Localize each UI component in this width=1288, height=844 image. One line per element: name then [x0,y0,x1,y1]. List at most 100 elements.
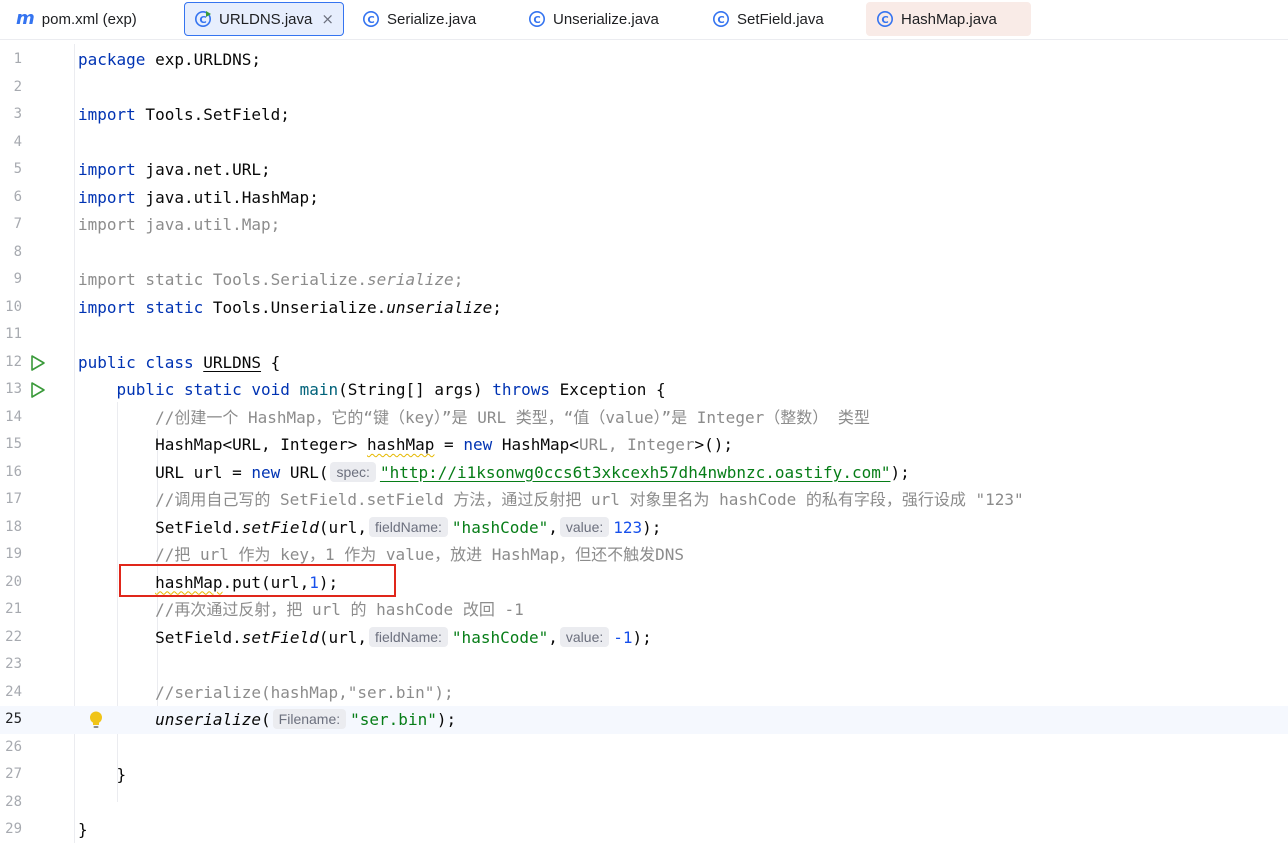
comment: //把 url 作为 key，1 作为 value，放进 HashMap，但还不… [155,545,685,564]
code-line[interactable]: 6 import java.util.HashMap; [0,184,1288,212]
tab-label: Serialize.java [387,10,477,28]
code-line[interactable]: 9 import static Tools.Serialize.serializ… [0,266,1288,294]
java-class-icon: C [528,10,546,28]
java-class-icon: C [876,10,894,28]
line-number: 24 [5,683,22,700]
comment: //再次通过反射，把 url 的 hashCode 改回 -1 [155,600,524,619]
code-line[interactable]: 15 HashMap<URL, Integer> hashMap = new H… [0,431,1288,459]
keyword: public static void [116,380,290,399]
code-line[interactable]: 1 package exp.URLDNS; [0,46,1288,74]
code-line[interactable]: 29 } [0,816,1288,844]
line-number: 14 [5,408,22,425]
variable-name: hashMap [366,435,435,454]
line-number: 5 [13,161,22,177]
parameter-hint: spec: [330,461,376,482]
string-literal[interactable]: "http://i1ksonwg0ccs6t3xkcexh57dh4nwbnzc… [380,463,891,482]
code-line[interactable]: 16 URL url = new URL(spec: "http://i1kson… [0,459,1288,487]
tab-serialize-java[interactable]: C Serialize.java [352,2,486,36]
tab-hashmap-java[interactable]: C HashMap.java [866,2,1031,36]
code-line[interactable]: 14 //创建一个 HashMap，它的“键（key）”是 URL 类型，“值（… [0,404,1288,432]
method-name: setField [241,517,319,537]
keyword: import [78,105,136,124]
unused-import: import static Tools.Serialize. [78,270,367,289]
code-line[interactable]: 18 SetField.setField(url, fieldName: "hash… [0,514,1288,542]
keyword: package [78,50,146,69]
method-name: unserialize [386,297,493,317]
code-line[interactable]: 7 import java.util.Map; [0,211,1288,239]
svg-text:C: C [881,15,888,26]
code-editor[interactable]: 1 package exp.URLDNS; 2 3 import Tools.S… [0,44,1288,843]
tab-label: URLDNS.java [219,10,313,28]
code-line[interactable]: 21 //再次通过反射，把 url 的 hashCode 改回 -1 [0,596,1288,624]
svg-text:C: C [199,15,206,26]
line-number: 3 [13,106,22,122]
code-line-current[interactable]: 25 unserialize(Filename: "ser.bin"); [0,706,1288,734]
code-text: HashMap<URL, Integer> [155,435,367,454]
unused-import: import java.util.Map; [78,215,281,234]
number-literal: -1 [613,627,633,647]
tab-pom-xml[interactable]: m pom.xml (exp) [6,2,147,36]
line-number: 17 [5,491,22,507]
code-text: java.util.HashMap; [135,187,319,207]
code-text: ); [436,710,457,729]
line-number: 19 [5,546,22,562]
tab-urldns-java[interactable]: C URLDNS.java × [184,2,344,36]
code-line[interactable]: 5 import java.net.URL; [0,156,1288,184]
code-line[interactable]: 17 //调用自己写的 SetField.setField 方法，通过反射把 u… [0,486,1288,514]
code-text: exp.URLDNS; [145,50,262,69]
line-number: 15 [5,436,22,452]
line-number: 13 [5,381,22,397]
run-icon[interactable] [30,354,46,372]
comment: //serialize(hashMap,"ser.bin"); [155,682,454,702]
tab-setfield-java[interactable]: C SetField.java [702,2,834,36]
code-text: { [261,352,281,372]
code-text: , [548,517,558,537]
line-number: 8 [13,243,22,260]
method-name: main [299,380,339,399]
code-line[interactable]: 8 [0,239,1288,267]
code-line[interactable]: 2 [0,74,1288,102]
code-text: HashMap< [492,435,579,454]
parameter-hint: value: [559,626,610,647]
svg-text:C: C [533,15,540,26]
line-number: 11 [5,326,22,342]
code-line[interactable]: 11 [0,321,1288,349]
method-name: unserialize [155,710,262,729]
line-number: 6 [13,188,22,205]
tab-unserialize-java[interactable]: C Unserialize.java [518,2,669,36]
keyword: import [78,187,136,207]
code-text: ; [492,297,502,317]
red-highlight-box [119,564,396,597]
code-line[interactable]: 4 [0,129,1288,157]
string-literal: "hashCode" [451,517,549,537]
code-line[interactable]: 27 } [0,761,1288,789]
closing-brace: } [78,820,88,839]
line-number: 18 [5,518,22,535]
code-text: ); [890,462,910,482]
code-line[interactable]: 23 [0,651,1288,679]
string-literal: "hashCode" [451,627,549,647]
code-text: ); [632,627,652,647]
code-line[interactable]: 13 public static void main(String[] args… [0,376,1288,404]
line-number: 12 [5,353,22,370]
code-line[interactable]: 28 [0,789,1288,817]
code-line[interactable]: 3 import Tools.SetField; [0,101,1288,129]
code-line[interactable]: 24 //serialize(hashMap,"ser.bin"); [0,679,1288,707]
tab-label: Unserialize.java [553,10,659,28]
code-line[interactable]: 10 import static Tools.Unserialize.unser… [0,294,1288,322]
method-name: setField [241,627,319,647]
code-text: java.net.URL; [135,160,271,179]
code-line[interactable]: 26 [0,734,1288,762]
run-icon[interactable] [30,381,46,399]
java-class-run-icon: C [194,10,212,28]
string-literal: "ser.bin" [350,710,437,729]
code-line[interactable]: 22 SetField.setField(url, fieldName: "hash… [0,624,1288,652]
tab-label: SetField.java [737,10,824,28]
closing-brace: } [116,765,127,784]
code-text: = [434,435,464,454]
editor-tab-bar: m pom.xml (exp) C URLDNS.java × C Serial… [0,0,1288,40]
code-line[interactable]: 12 public class URLDNS { [0,349,1288,377]
keyword: new [463,435,493,454]
close-icon[interactable]: × [321,10,334,28]
line-number: 28 [5,793,22,810]
